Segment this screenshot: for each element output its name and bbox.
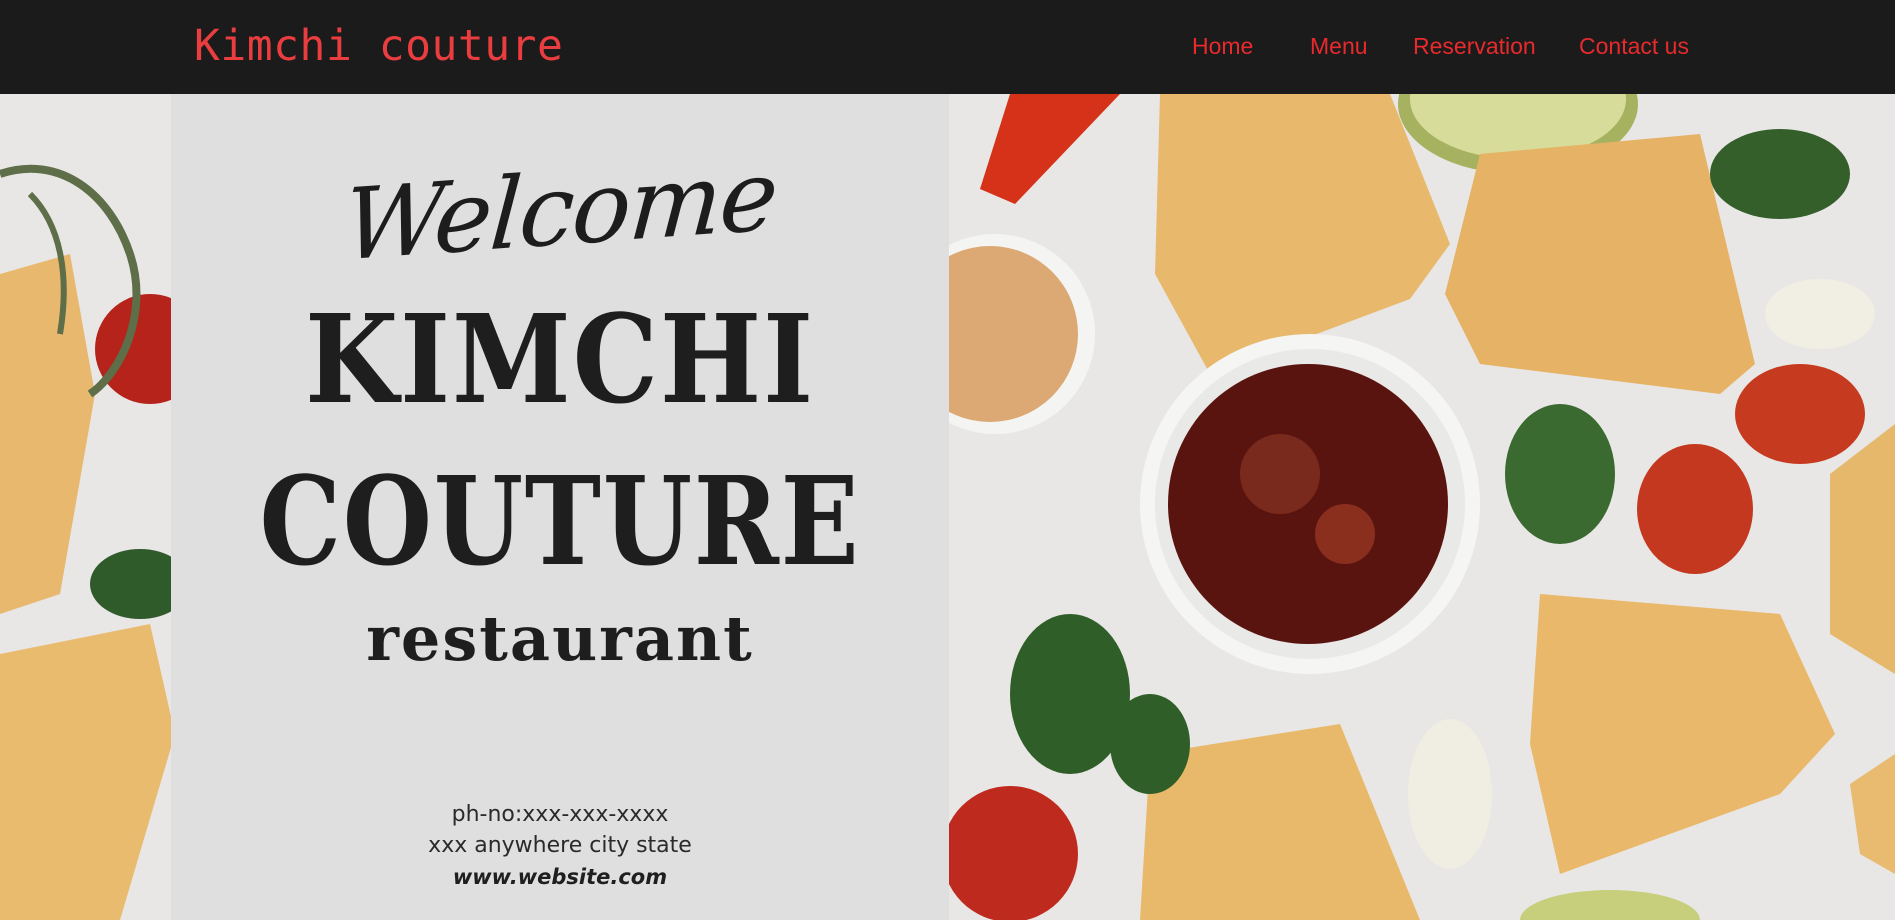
nav-link-home[interactable]: Home — [1192, 32, 1253, 60]
website-text: www.website.com — [452, 865, 668, 889]
restaurant-poster-card: Welcome KIMCHI COUTURE restaurant ph-no:… — [171, 94, 949, 920]
nav-link-menu[interactable]: Menu — [1310, 32, 1368, 60]
top-navbar: Kimchi couture Home Menu Reservation Con… — [0, 0, 1895, 94]
nav-link-contact[interactable]: Contact us — [1579, 32, 1689, 60]
welcome-heading: Welcome — [340, 138, 780, 284]
brand-logo-link[interactable]: Kimchi couture — [194, 20, 563, 72]
nav-link-reservation[interactable]: Reservation — [1413, 32, 1536, 60]
phone-number: ph-no:xxx-xxx-xxxx — [451, 802, 669, 827]
restaurant-name-line2: COUTURE — [259, 449, 861, 593]
restaurant-name-line1: KIMCHI — [304, 287, 816, 431]
restaurant-subtitle: restaurant — [366, 602, 754, 675]
address-text: xxx anywhere city state — [428, 833, 692, 858]
